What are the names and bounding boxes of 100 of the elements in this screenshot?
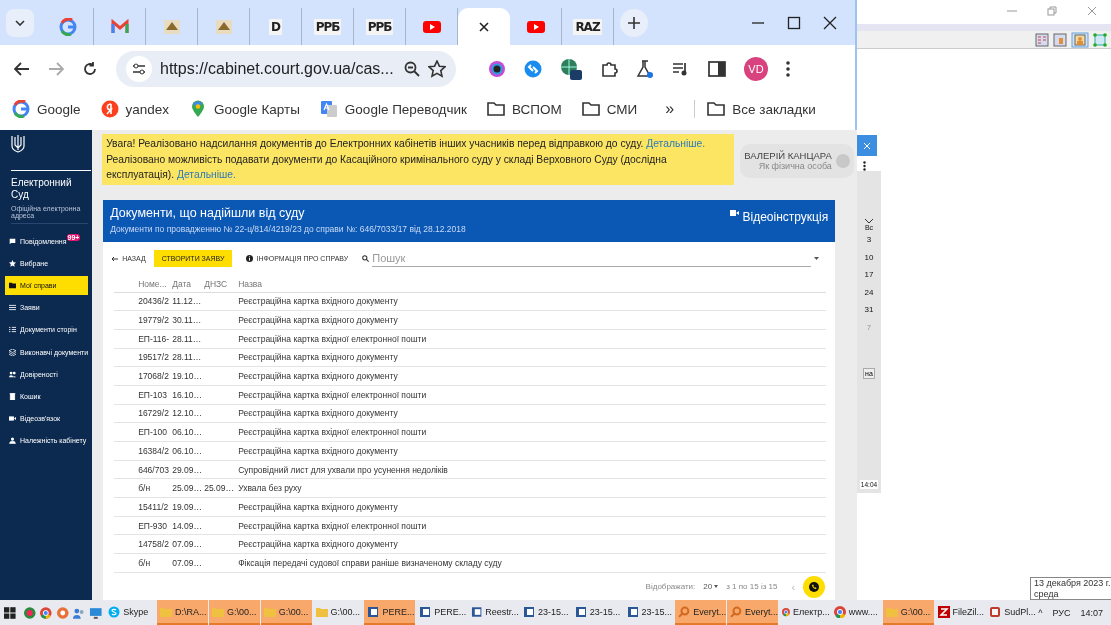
table-cell-text: 28.11… — [172, 333, 203, 344]
table-cell-text: Реєстраційна картка вхідного документу — [238, 296, 399, 307]
taskbar-button[interactable]: 23-15... — [571, 600, 623, 625]
taskbar-button[interactable]: Everyt... — [727, 600, 778, 625]
flask-icon[interactable] — [636, 60, 654, 78]
details-link[interactable]: Детальніше. — [177, 169, 236, 180]
maximize-icon[interactable] — [787, 15, 801, 30]
taskbar-clock[interactable]: 14:07 — [1080, 607, 1103, 618]
tray-caret[interactable]: ^ — [1038, 607, 1043, 618]
column-header[interactable]: ДНЗС — [204, 278, 239, 289]
folder-icon — [707, 100, 726, 118]
layout-icon[interactable] — [1035, 32, 1049, 47]
call-button[interactable] — [803, 575, 826, 598]
taskbar-button[interactable]: PERE... — [364, 600, 416, 625]
table-cell-text: 25.09… — [204, 483, 235, 494]
back-arrow-icon — [111, 255, 119, 262]
favicon-icon — [214, 17, 233, 36]
table-cell-text: Реєстраційна картка вхідної електронної пошти — [238, 389, 428, 400]
calendar-day[interactable]: 3 — [866, 235, 872, 253]
taskbar-button[interactable]: 23-15... — [519, 600, 571, 625]
bookmark[interactable]: Google — [12, 100, 81, 118]
all-bookmarks-button[interactable]: Все закладки — [694, 100, 816, 118]
taskbar-button[interactable]: www.... — [830, 600, 882, 625]
calendar-day[interactable]: 31 — [864, 305, 874, 323]
table-cell-text: ЕП-930 — [138, 520, 168, 531]
kebab-menu-icon[interactable] — [863, 161, 866, 171]
column-header[interactable]: Номе... — [138, 278, 173, 289]
camera-lens-icon[interactable] — [488, 60, 506, 78]
bookmark[interactable]: Google Карты — [189, 100, 300, 118]
taskbar-button[interactable]: SudPl... — [986, 600, 1038, 625]
document-icon — [626, 605, 639, 618]
profile-avatar[interactable]: VD — [744, 57, 768, 81]
bookmark[interactable]: yandex — [100, 100, 170, 118]
tab-search-button[interactable] — [6, 8, 34, 37]
taskbar-button[interactable]: G:\00... — [260, 600, 312, 625]
bookmark[interactable]: СМИ — [581, 100, 638, 118]
globe-icon[interactable] — [560, 58, 582, 80]
chevron-down-icon[interactable] — [865, 219, 873, 224]
document-icon — [419, 605, 432, 618]
music-recognition-icon[interactable] — [524, 60, 542, 78]
dropdown-caret-icon — [814, 257, 820, 260]
language-indicator[interactable]: РУС — [1052, 607, 1071, 618]
monitor-icon[interactable] — [88, 605, 103, 620]
folder-icon — [160, 605, 173, 618]
windows-start-icon[interactable] — [4, 606, 16, 619]
taskbar-button[interactable]: D:\RA... — [157, 600, 208, 625]
close-icon[interactable] — [479, 21, 489, 32]
search-field[interactable]: Пошук — [372, 250, 812, 267]
taskbar-button[interactable]: PERE... — [416, 600, 468, 625]
per-page-label: Відображати: — [645, 582, 696, 592]
calendar-day[interactable]: 10 — [864, 252, 874, 270]
taskbar-button[interactable]: Електр... — [779, 600, 830, 625]
table-cell-text: Реєстраційна картка вхідного документу — [238, 352, 399, 363]
card-subtitle: Документи по провадженню № 22-ц/814/4219/23 до справи №: 646/7033/17 від 28.12.2018 — [110, 223, 466, 234]
page-range: з 1 по 15 із 15 — [726, 582, 778, 592]
kebab-menu-icon[interactable] — [786, 61, 790, 77]
tab-favicon: D — [269, 18, 282, 35]
portrait-icon[interactable] — [1071, 31, 1089, 48]
table-cell-text: 14758/2 — [138, 539, 170, 550]
forward-arrow-icon[interactable] — [48, 62, 64, 76]
portrait-icon[interactable] — [1053, 32, 1067, 47]
chrome-icon — [782, 605, 790, 618]
circle-app-icon[interactable] — [22, 605, 37, 620]
new-tab-button[interactable] — [620, 8, 648, 37]
site-info-button[interactable] — [126, 56, 152, 82]
reload-icon[interactable] — [82, 61, 98, 77]
taskbar-button[interactable]: FileZil... — [934, 600, 986, 625]
puzzle-icon[interactable] — [600, 60, 618, 78]
chrome-icon[interactable] — [39, 605, 53, 620]
taskbar-button[interactable]: Skype — [105, 600, 157, 625]
taskbar-button[interactable]: G:\00... — [208, 600, 260, 625]
bookmark[interactable]: Google Переводчик — [319, 100, 467, 118]
calendar-day[interactable]: 17 — [864, 270, 874, 288]
zoom-icon[interactable] — [404, 61, 420, 77]
per-page-select[interactable]: 20 — [703, 582, 719, 592]
taskbar-button[interactable]: Reestr... — [468, 600, 519, 625]
side-panel-icon[interactable] — [708, 61, 726, 77]
taskbar-button[interactable]: G:\00... — [312, 600, 364, 625]
back-arrow-icon[interactable] — [14, 62, 30, 76]
table-cell-text: 12.10… — [172, 408, 203, 419]
table-cell-text: 19517/2 — [138, 352, 170, 363]
video-instruction-link[interactable]: Відеоінструкція — [729, 209, 829, 236]
column-header[interactable]: Дата — [172, 278, 205, 289]
overflow-chevron[interactable]: » — [665, 100, 675, 118]
bookmark[interactable]: ВСПОМ — [486, 100, 562, 118]
details-link[interactable]: Детальніше. — [646, 138, 706, 149]
people-icon — [9, 370, 16, 378]
taskbar-button[interactable]: Everyt... — [675, 600, 727, 625]
user-chip[interactable]: ВАЛЕРІЙ КАНЦАРА Як фізична особа — [740, 144, 854, 178]
fullscreen-icon[interactable] — [1093, 32, 1107, 47]
column-header[interactable]: Назва — [238, 278, 827, 289]
close-button[interactable] — [857, 135, 877, 156]
taskbar-button[interactable]: 23-15... — [623, 600, 675, 625]
taskbar-button[interactable]: G:\00... — [882, 600, 934, 625]
close-icon[interactable] — [823, 15, 837, 30]
table-cell-text: 20436/2 — [138, 296, 170, 307]
calendar-day[interactable]: 24 — [864, 287, 874, 305]
star-icon[interactable] — [428, 60, 446, 78]
address-bar[interactable]: https://cabinet.court.gov.ua/cas... — [116, 51, 456, 87]
table-cell-text: Реєстраційна картка вхідної електронної пошти — [238, 427, 428, 438]
